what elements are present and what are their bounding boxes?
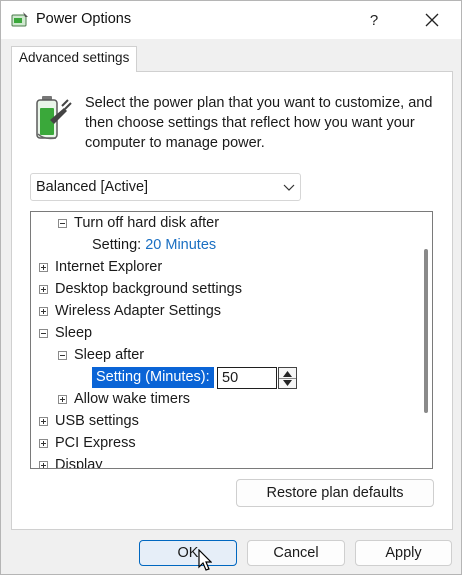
help-icon: ? xyxy=(369,11,379,29)
ok-button[interactable]: OK xyxy=(139,540,237,566)
restore-plan-defaults-button[interactable]: Restore plan defaults xyxy=(236,479,434,507)
setting-value-link[interactable]: 20 Minutes xyxy=(145,237,216,253)
sleep-minutes-spinner[interactable] xyxy=(278,367,297,389)
power-options-dialog: Power Options ? Advanced settings Select… xyxy=(0,0,462,575)
scrollbar-thumb[interactable] xyxy=(424,249,428,413)
power-options-app-icon xyxy=(11,12,28,27)
tree-item-label: Sleep after xyxy=(74,347,145,363)
battery-plug-icon xyxy=(36,96,72,140)
close-icon xyxy=(425,13,439,27)
tree-item-label: USB settings xyxy=(55,413,139,429)
tree-item-label: Allow wake timers xyxy=(74,391,191,407)
power-plan-select-value: Balanced [Active] xyxy=(36,179,149,195)
tree-item-label: Internet Explorer xyxy=(55,259,163,275)
expand-icon[interactable] xyxy=(39,417,48,426)
tree-item-label: PCI Express xyxy=(55,435,136,451)
sleep-minutes-input[interactable]: 50 xyxy=(217,367,277,389)
tree-item-label: Desktop background settings xyxy=(55,281,242,297)
expand-icon[interactable] xyxy=(58,395,67,404)
spin-up-icon[interactable] xyxy=(283,371,292,377)
settings-tree[interactable]: Turn off hard disk after Setting: 20 Min… xyxy=(30,211,433,469)
spinner-divider xyxy=(279,378,296,379)
sleep-after-setting-label: Setting (Minutes): xyxy=(92,367,214,388)
apply-button[interactable]: Apply xyxy=(355,540,452,566)
expand-icon[interactable] xyxy=(39,307,48,316)
setting-label: Setting: xyxy=(92,237,142,253)
tree-item-hard-disk-setting[interactable]: Setting: 20 Minutes xyxy=(92,234,216,256)
mouse-pointer-icon xyxy=(198,549,212,571)
tree-item-label: Turn off hard disk after xyxy=(74,215,220,231)
tree-item-label: Wireless Adapter Settings xyxy=(55,303,222,319)
expand-icon[interactable] xyxy=(39,285,48,294)
collapse-icon[interactable] xyxy=(58,351,67,360)
plan-description: Select the power plan that you want to c… xyxy=(85,95,433,151)
window-title: Power Options xyxy=(36,11,132,27)
power-plan-select[interactable]: Balanced [Active] xyxy=(30,173,301,201)
expand-icon[interactable] xyxy=(39,263,48,272)
help-button[interactable]: ? xyxy=(359,4,389,36)
collapse-icon[interactable] xyxy=(58,219,67,228)
title-bar: Power Options ? xyxy=(1,1,461,39)
collapse-icon[interactable] xyxy=(39,329,48,338)
tree-item-label: Sleep xyxy=(55,325,93,341)
expand-icon[interactable] xyxy=(39,439,48,448)
close-button[interactable] xyxy=(415,4,449,36)
spin-down-icon[interactable] xyxy=(283,380,292,386)
tree-item-label: Display xyxy=(55,457,103,469)
advanced-settings-panel: Select the power plan that you want to c… xyxy=(11,71,453,530)
tree-scrollbar[interactable] xyxy=(419,212,432,468)
cancel-button[interactable]: Cancel xyxy=(247,540,345,566)
expand-icon[interactable] xyxy=(39,461,48,468)
tab-advanced-settings[interactable]: Advanced settings xyxy=(11,46,137,72)
chevron-down-icon xyxy=(283,184,295,191)
